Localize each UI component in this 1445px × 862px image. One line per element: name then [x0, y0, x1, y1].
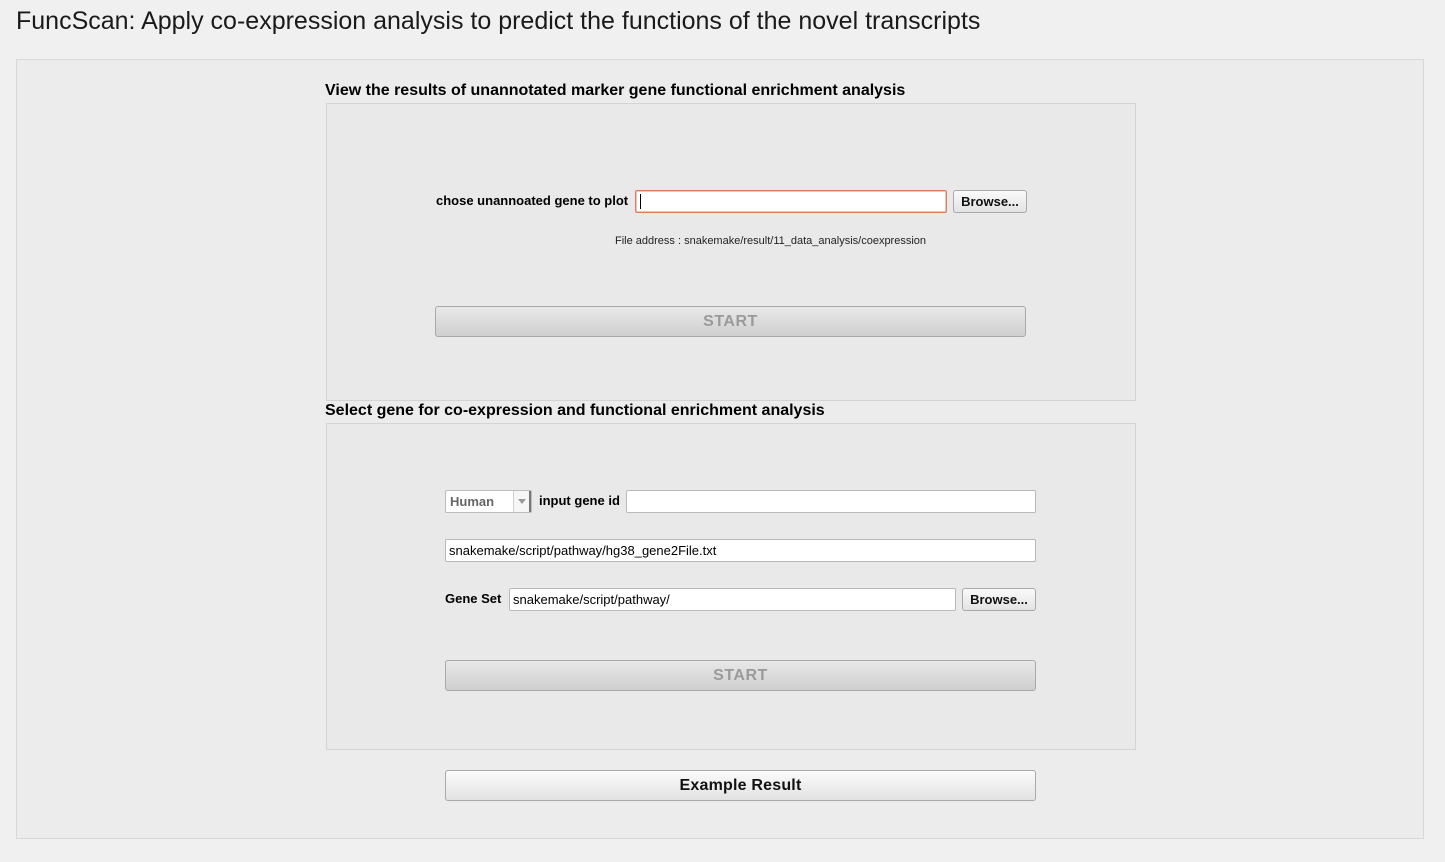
section2-group-box: [326, 423, 1136, 750]
page-title: FuncScan: Apply co-expression analysis t…: [16, 7, 981, 35]
gene2file-input[interactable]: [445, 539, 1036, 562]
section2-title: Select gene for co-expression and functi…: [325, 402, 825, 419]
gene-set-input[interactable]: [509, 588, 956, 611]
species-select[interactable]: Human: [445, 490, 532, 513]
gene-id-label: input gene id: [539, 493, 620, 508]
browse-button-plot[interactable]: Browse...: [953, 190, 1027, 213]
example-result-button[interactable]: Example Result: [445, 770, 1036, 801]
file-address-text: File address : snakemake/result/11_data_…: [615, 235, 927, 247]
species-selected-value: Human: [450, 494, 495, 509]
text-cursor: [640, 194, 641, 209]
section1-group-box: [326, 103, 1136, 401]
browse-button-gene-set[interactable]: Browse...: [962, 588, 1036, 611]
start-button-coexpression[interactable]: START: [445, 660, 1036, 691]
gene-id-input[interactable]: [626, 490, 1036, 513]
start-button-plot[interactable]: START: [435, 306, 1026, 337]
gene-to-plot-label: chose unannoated gene to plot: [436, 193, 629, 208]
section1-title: View the results of unannotated marker g…: [325, 82, 906, 99]
chevron-down-icon[interactable]: [513, 491, 531, 512]
gene-set-label: Gene Set: [445, 591, 502, 606]
gene-to-plot-input[interactable]: [635, 190, 947, 213]
